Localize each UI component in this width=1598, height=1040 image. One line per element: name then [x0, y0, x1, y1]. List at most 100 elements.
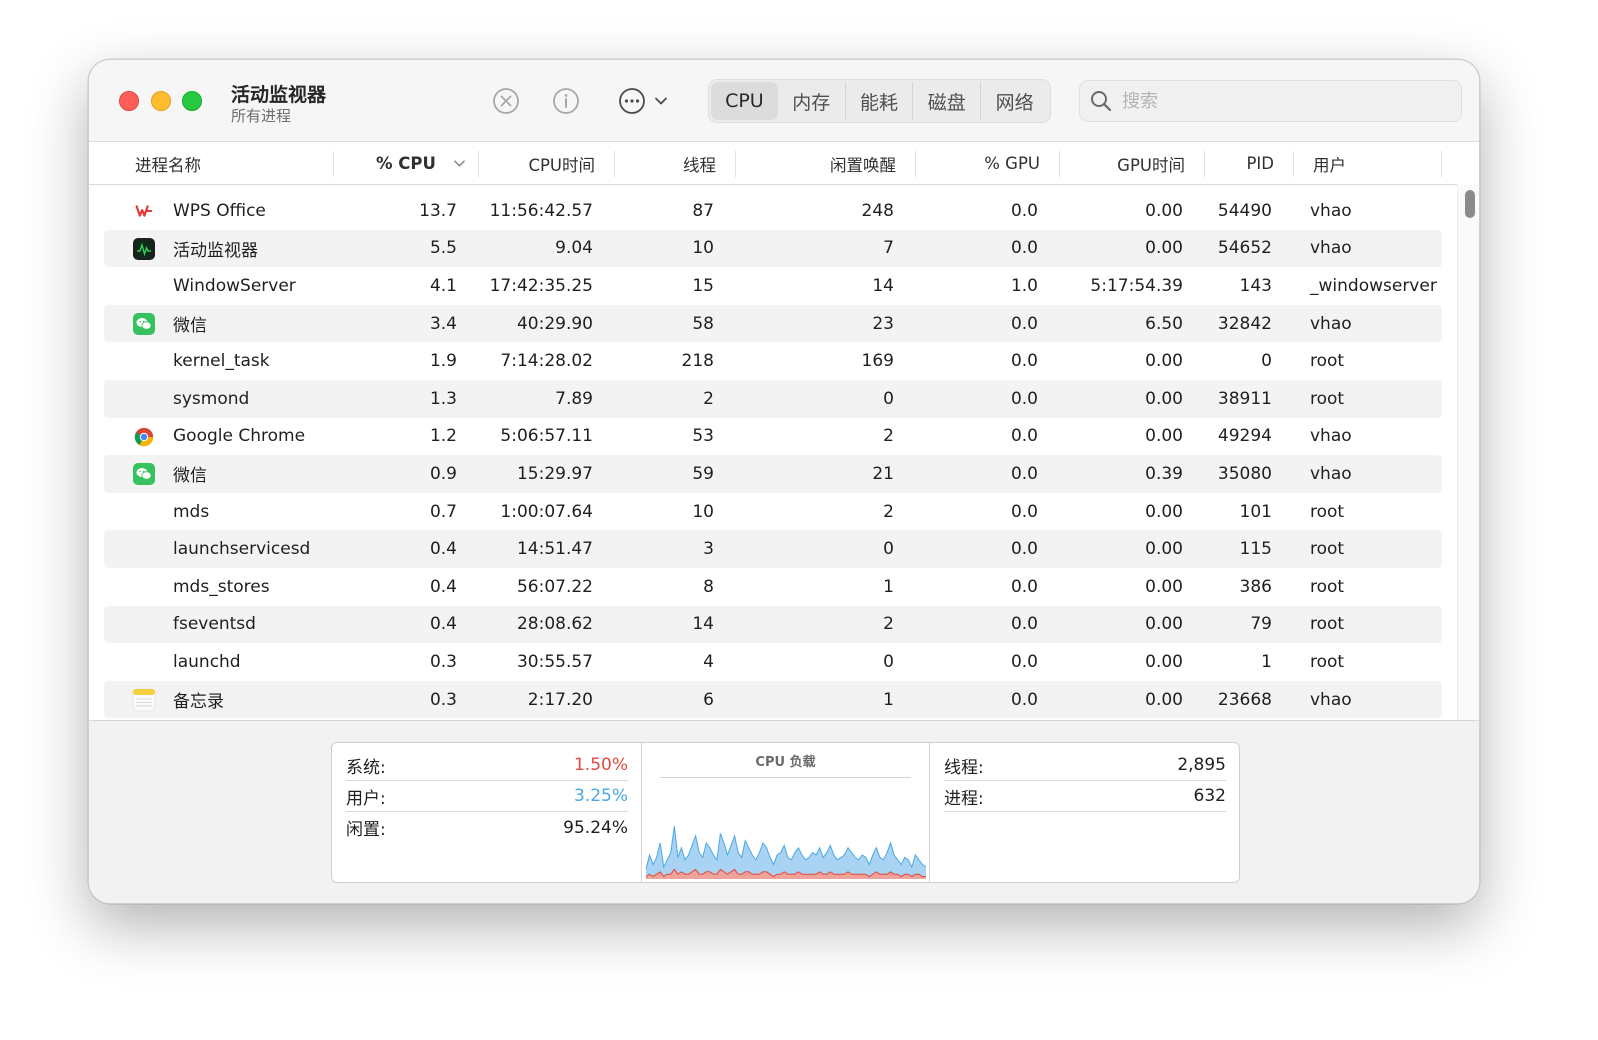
column-header-cpu-time[interactable]: CPU时间	[479, 142, 615, 185]
cell-cpu: 0.3	[429, 651, 457, 672]
table-row[interactable]: mds 0.7 1:00:07.64 10 2 0.0 0.00 101 root	[104, 493, 1442, 531]
column-header-gpu-time[interactable]: GPU时间	[1060, 142, 1205, 185]
window-subtitle: 所有进程	[231, 107, 292, 125]
cpu-stats-box: 系统: 1.50% 用户: 3.25% 闲置: 95.24% CPU 负载 线程…	[331, 742, 1240, 883]
table-header: 进程名称 % CPU CPU时间 线程 闲置唤醒 % GPU GPU时间 PID…	[89, 142, 1457, 185]
cell-cpu-time: 2:17.20	[527, 689, 593, 710]
cell-cpu-time: 28:08.62	[516, 614, 593, 635]
cell-threads: 15	[692, 275, 714, 296]
table-row[interactable]: 活动监视器 5.5 9.04 10 7 0.0 0.00 54652 vhao	[104, 229, 1442, 268]
cell-cpu-time: 30:55.57	[516, 651, 593, 672]
info-icon	[553, 88, 579, 114]
cell-user: vhao	[1310, 313, 1352, 334]
cell-gpu-time: 0.00	[1145, 501, 1183, 522]
activity-monitor-icon	[132, 237, 156, 261]
cell-user: root	[1310, 351, 1345, 372]
toolbar: 活动监视器 所有进程 CPU 内存 能耗 磁盘 网络 搜索	[89, 60, 1479, 142]
table-row[interactable]: launchservicesd 0.4 14:51.47 3 0 0.0 0.00 115 ro…	[104, 530, 1442, 568]
column-header-threads[interactable]: 线程	[615, 142, 736, 185]
cell-gpu: 0.0	[1010, 614, 1038, 635]
table-row[interactable]: launchd 0.3 30:55.57 4 0 0.0 0.00 1 root	[104, 643, 1442, 681]
cell-threads: 58	[692, 313, 714, 334]
scrollbar-thumb[interactable]	[1465, 190, 1475, 218]
column-header-process-name[interactable]: 进程名称	[89, 142, 334, 185]
cell-gpu: 0.0	[1010, 200, 1038, 221]
table-row[interactable]: 微信 0.9 15:29.97 59 21 0.0 0.39 35080 vhao	[104, 455, 1442, 493]
cell-pid: 0	[1261, 351, 1272, 372]
cell-cpu: 13.7	[419, 200, 457, 221]
column-header-pid[interactable]: PID	[1205, 142, 1294, 185]
cell-user: vhao	[1310, 463, 1352, 484]
table-row[interactable]: WPS Office 13.7 11:56:42.57 87 248 0.0 0.00 544…	[104, 192, 1442, 230]
inspect-process-button[interactable]	[551, 86, 581, 116]
more-actions-menu[interactable]	[615, 86, 671, 116]
cell-user: vhao	[1310, 200, 1352, 221]
table-row[interactable]: mds_stores 0.4 56:07.22 8 1 0.0 0.00 386 root	[104, 568, 1442, 606]
cell-gpu-time: 0.00	[1145, 576, 1183, 597]
zoom-window-button[interactable]	[182, 91, 202, 111]
cell-cpu-time: 5:06:57.11	[500, 426, 593, 447]
column-header-gpu-percent[interactable]: % GPU	[916, 142, 1060, 185]
cell-threads: 2	[703, 388, 714, 409]
tab-cpu[interactable]: CPU	[711, 82, 778, 120]
process-name: launchd	[173, 651, 241, 672]
cell-idle-wake: 0	[883, 539, 894, 560]
cell-gpu-time: 0.00	[1145, 689, 1183, 710]
table-scrollbar[interactable]	[1457, 185, 1479, 720]
process-name: launchservicesd	[173, 539, 311, 560]
column-header-cpu-percent[interactable]: % CPU	[334, 142, 479, 185]
cell-pid: 38911	[1217, 388, 1272, 409]
search-input[interactable]	[1122, 90, 1422, 112]
cell-cpu-time: 15:29.97	[516, 463, 593, 484]
table-row[interactable]: kernel_task 1.9 7:14:28.02 218 169 0.0 0.00 0 ro…	[104, 342, 1442, 380]
tab-disk[interactable]: 磁盘	[913, 82, 982, 120]
process-name: mds	[173, 501, 210, 522]
tab-memory[interactable]: 内存	[778, 82, 846, 120]
cell-user: root	[1310, 388, 1345, 409]
cell-idle-wake: 0	[883, 651, 894, 672]
cell-pid: 79	[1250, 614, 1272, 635]
cell-user: root	[1310, 614, 1345, 635]
table-row[interactable]: 微信 3.4 40:29.90 58 23 0.0 6.50 32842 vhao	[104, 304, 1442, 343]
cell-cpu: 0.3	[429, 689, 457, 710]
tab-energy[interactable]: 能耗	[846, 82, 914, 120]
cell-pid: 54490	[1217, 200, 1272, 221]
cpu-load-title: CPU 负载	[755, 755, 816, 770]
close-window-button[interactable]	[119, 91, 139, 111]
table-row[interactable]: fseventsd 0.4 28:08.62 14 2 0.0 0.00 79 root	[104, 605, 1442, 644]
search-field[interactable]	[1079, 80, 1462, 122]
cell-cpu-time: 7.89	[555, 388, 593, 409]
table-row[interactable]: WindowServer 4.1 17:42:35.25 15 14 1.0 5:17:54…	[104, 267, 1442, 305]
search-icon	[1091, 91, 1112, 112]
stop-process-button[interactable]	[491, 86, 521, 116]
view-tab-group: CPU 内存 能耗 磁盘 网络	[708, 79, 1051, 123]
system-cpu-value: 1.50%	[573, 755, 628, 775]
cell-gpu: 0.0	[1010, 388, 1038, 409]
cell-pid: 101	[1239, 501, 1272, 522]
cell-cpu: 1.9	[429, 351, 457, 372]
cell-threads: 4	[703, 651, 714, 672]
cell-threads: 6	[703, 689, 714, 710]
cell-threads: 8	[703, 576, 714, 597]
cell-pid: 35080	[1217, 463, 1272, 484]
cpu-usage-breakdown: 系统: 1.50% 用户: 3.25% 闲置: 95.24%	[332, 743, 642, 882]
stop-process-icon	[493, 88, 519, 114]
cell-cpu-time: 56:07.22	[516, 576, 593, 597]
cell-cpu: 4.1	[429, 275, 457, 296]
tab-network[interactable]: 网络	[981, 82, 1048, 120]
cell-idle-wake: 7	[883, 238, 894, 259]
table-row[interactable]: Google Chrome 1.2 5:06:57.11 53 2 0.0 0.00 4929…	[104, 418, 1442, 456]
cell-idle-wake: 1	[883, 576, 894, 597]
process-name: WPS Office	[173, 200, 266, 221]
column-header-idle-wake-ups[interactable]: 闲置唤醒	[736, 142, 916, 185]
chrome-icon	[132, 425, 156, 449]
table-row[interactable]: sysmond 1.3 7.89 2 0 0.0 0.00 38911 root	[104, 380, 1442, 418]
table-row[interactable]: 备忘录 0.3 2:17.20 6 1 0.0 0.00 23668 vhao	[104, 680, 1442, 719]
cell-gpu: 0.0	[1010, 351, 1038, 372]
cell-gpu: 0.0	[1010, 313, 1038, 334]
minimize-window-button[interactable]	[151, 91, 171, 111]
process-name: kernel_task	[173, 351, 270, 372]
cell-cpu: 0.4	[429, 576, 457, 597]
column-header-user[interactable]: 用户	[1294, 142, 1442, 185]
activity-monitor-window: 活动监视器 所有进程 CPU 内存 能耗 磁盘 网络 搜索 进程名称 % CPU…	[88, 59, 1480, 904]
